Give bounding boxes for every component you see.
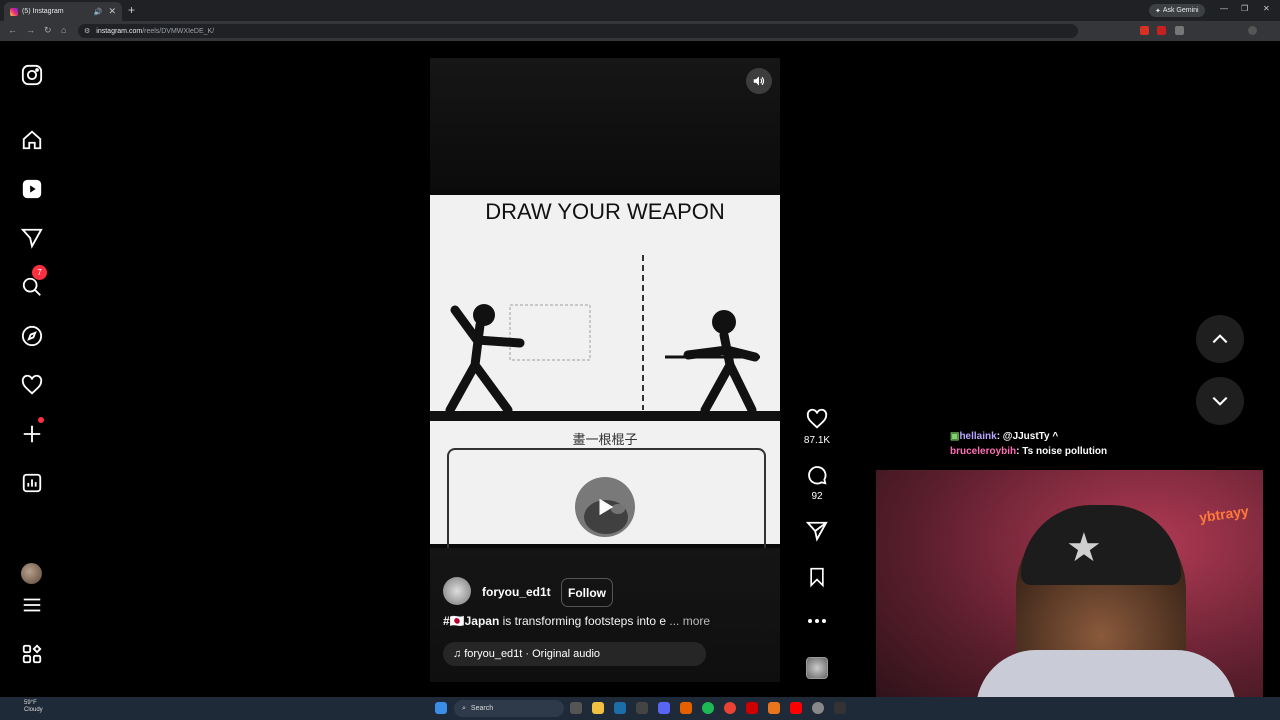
app-icon[interactable] <box>812 702 824 714</box>
webcam-overlay: ybtrayy ★ <box>876 470 1263 713</box>
close-tab-icon[interactable]: ✕ <box>108 6 116 17</box>
like-count: 87.1K <box>803 435 831 446</box>
home-browser-icon[interactable]: ⌂ <box>61 25 66 35</box>
share-icon[interactable] <box>805 519 829 543</box>
music-note-icon: ♫ <box>453 648 462 660</box>
minimize-button[interactable]: — <box>1220 4 1228 13</box>
star-graphic: ★ <box>1066 526 1102 570</box>
author-username[interactable]: foryou_ed1t <box>482 585 551 599</box>
reels-icon[interactable] <box>20 177 44 201</box>
home-icon[interactable] <box>20 128 44 152</box>
back-icon[interactable]: ← <box>8 25 17 35</box>
extension-icon[interactable] <box>1140 26 1149 35</box>
chat-message: bruceleroybih: Ts noise pollution <box>950 446 1107 457</box>
audio-link[interactable]: ♫ foryou_ed1t · Original audio <box>443 642 706 666</box>
reel-player[interactable]: DRAW YOUR WEAPON 畫一根棍子 foryou_ed1t Follo… <box>430 58 780 682</box>
taskbar-search[interactable]: ⌕ Search <box>454 700 564 717</box>
ask-gemini-button[interactable]: ✦ Ask Gemini <box>1149 4 1205 17</box>
address-bar-row: ← → ↻ ⌂ ⚙ instagram.com/reels/DVMWXIeDE_… <box>0 21 1280 41</box>
url-field[interactable]: ⚙ instagram.com/reels/DVMWXIeDE_K/ <box>78 24 1078 38</box>
play-icon[interactable] <box>575 477 635 537</box>
reel-video-frame[interactable]: DRAW YOUR WEAPON 畫一根棍子 <box>430 190 780 560</box>
ask-gemini-label: Ask Gemini <box>1162 7 1199 14</box>
author-avatar[interactable] <box>443 577 471 605</box>
new-tab-button[interactable]: + <box>128 3 135 17</box>
chat-message: ▣hellaink: @JJustTy ^ <box>950 431 1058 442</box>
browser-tab[interactable]: (5) Instagram 🔊 ✕ <box>4 2 122 21</box>
taskbar-search-label: Search <box>470 705 494 712</box>
profile-avatar[interactable] <box>21 563 42 584</box>
app-icon[interactable] <box>768 702 780 714</box>
stick-figure-illustration <box>445 255 760 411</box>
extensions-puzzle-icon[interactable] <box>1175 26 1184 35</box>
dashboard-icon[interactable] <box>20 471 44 495</box>
heart-icon[interactable] <box>805 407 829 431</box>
firefox-icon[interactable] <box>680 702 692 714</box>
windows-start-icon[interactable] <box>435 702 447 714</box>
url-path: /reels/DVMWXIeDE_K/ <box>142 27 215 35</box>
caption-more-link[interactable]: ... more <box>669 614 710 628</box>
chat-username: hellaink <box>959 431 997 442</box>
chat-text: : Ts noise pollution <box>1016 446 1108 457</box>
site-info-icon[interactable]: ⚙ <box>84 27 90 35</box>
chrome-icon[interactable] <box>724 702 736 714</box>
create-icon[interactable] <box>20 422 44 446</box>
more-apps-icon[interactable] <box>20 642 44 666</box>
video-subtitle: 畫一根棍子 <box>572 432 638 447</box>
explore-icon[interactable] <box>20 324 44 348</box>
notifications-icon[interactable] <box>20 373 44 397</box>
follow-button[interactable]: Follow <box>561 578 613 607</box>
maximize-button[interactable]: ❐ <box>1241 4 1248 13</box>
audio-thumbnail[interactable] <box>806 657 828 679</box>
spotify-icon[interactable] <box>702 702 714 714</box>
chat-text: : @JJustTy ^ <box>996 431 1059 442</box>
instagram-favicon-icon <box>10 7 18 16</box>
weather-temp: 59°F <box>24 700 37 706</box>
discord-icon[interactable] <box>658 702 670 714</box>
chevron-down-icon[interactable] <box>1196 377 1244 425</box>
weather-desc: Cloudy <box>24 707 43 713</box>
task-view-icon[interactable] <box>570 702 582 714</box>
youtube-icon[interactable] <box>790 702 802 714</box>
terminal-icon[interactable] <box>834 702 846 714</box>
tab-audio-icon[interactable]: 🔊 <box>94 8 103 16</box>
video-divider <box>430 411 780 421</box>
comment-icon[interactable] <box>805 463 829 487</box>
menu-icon[interactable] <box>20 593 44 617</box>
neon-sign: ybtrayy <box>1198 502 1250 526</box>
app-icon[interactable] <box>636 702 648 714</box>
search-icon: ⌕ <box>462 704 466 712</box>
extension-icon[interactable] <box>1157 26 1166 35</box>
browser-tab-bar: (5) Instagram 🔊 ✕ + ✦ Ask Gemini — ❐ ✕ <box>0 0 1280 21</box>
tab-title: (5) Instagram <box>22 8 64 15</box>
reload-icon[interactable]: ↻ <box>44 25 52 36</box>
forward-icon[interactable]: → <box>26 25 35 35</box>
profile-icon[interactable] <box>1248 26 1257 35</box>
audio-label: foryou_ed1t · Original audio <box>464 648 600 660</box>
reel-caption[interactable]: #🇯🇵Japan is transforming footsteps into … <box>443 614 710 628</box>
search-icon[interactable] <box>20 275 44 299</box>
instagram-icon[interactable] <box>20 63 44 87</box>
weather-widget[interactable]: 59°F Cloudy <box>24 700 43 714</box>
bookmark-icon[interactable] <box>805 565 829 589</box>
reel-top-area <box>430 58 780 190</box>
caption-hashtag[interactable]: #🇯🇵Japan <box>443 614 499 628</box>
taskbar: 59°F Cloudy ⌕ Search <box>0 697 1280 720</box>
more-icon[interactable] <box>805 609 829 633</box>
url-host: instagram.com <box>96 27 143 35</box>
chat-username: bruceleroybih <box>950 446 1017 457</box>
video-title: DRAW YOUR WEAPON <box>485 199 725 224</box>
file-explorer-icon[interactable] <box>592 702 604 714</box>
close-window-button[interactable]: ✕ <box>1263 4 1270 13</box>
caption-text: is transforming footsteps into e <box>499 614 670 628</box>
comment-count: 92 <box>811 491 823 502</box>
steam-icon[interactable] <box>614 702 626 714</box>
instagram-sidebar: 7 <box>0 41 64 695</box>
chevron-up-icon[interactable] <box>1196 315 1244 363</box>
messages-icon[interactable] <box>20 226 44 250</box>
volume-icon[interactable] <box>746 68 772 94</box>
app-icon[interactable] <box>746 702 758 714</box>
reel-meta: foryou_ed1t Follow #🇯🇵Japan is transform… <box>430 548 780 682</box>
